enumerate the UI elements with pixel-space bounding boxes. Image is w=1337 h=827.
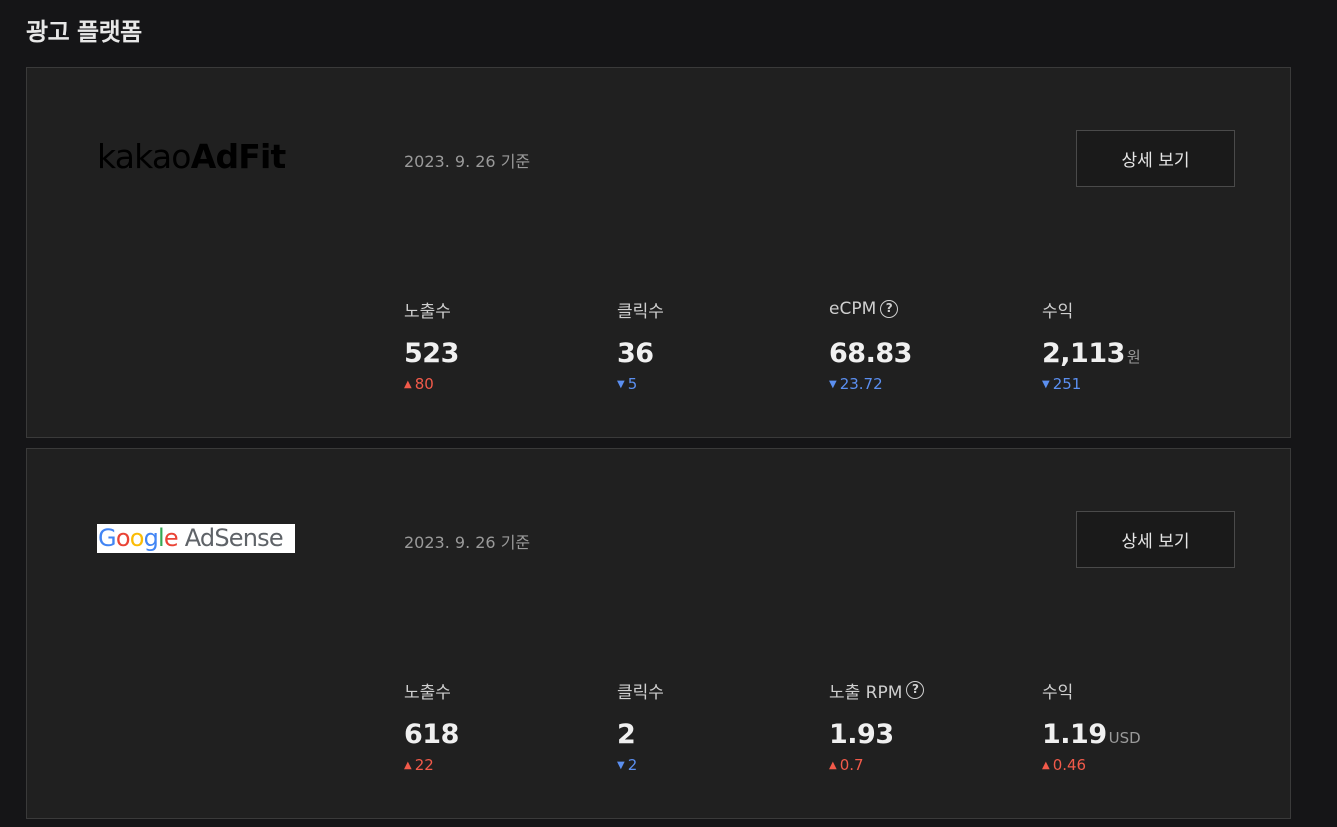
metric-value-number: 2,113 <box>1042 338 1125 369</box>
metric-value-number: 618 <box>404 719 459 750</box>
metric-unit: USD <box>1108 729 1141 747</box>
metric-value-number: 68.83 <box>829 338 912 369</box>
metric-clicks: 클릭수 36 ▼ 5 <box>617 297 664 394</box>
metric-value-number: 523 <box>404 338 459 369</box>
metric-change: ▲ 0.7 <box>829 755 924 775</box>
triangle-down-icon: ▼ <box>617 760 625 771</box>
metric-value: 36 <box>617 338 664 370</box>
metric-change: ▲ 0.46 <box>1042 755 1141 775</box>
help-icon[interactable]: ? <box>880 300 899 318</box>
logo-letter: G <box>98 524 117 552</box>
logo-text-adsense: AdSense <box>177 524 284 552</box>
metric-label: 수익 <box>1042 678 1141 703</box>
metric-label: 노출수 <box>404 678 459 703</box>
metric-label: 수익 <box>1042 297 1141 322</box>
metric-value: 2 <box>617 719 664 751</box>
metric-change: ▼ 5 <box>617 374 664 394</box>
metric-change-value: 2 <box>627 756 638 774</box>
metric-label: 클릭수 <box>617 678 664 703</box>
metric-value: 523 <box>404 338 459 370</box>
metric-change-value: 0.46 <box>1052 756 1087 774</box>
metric-label-text: 수익 <box>1042 682 1074 703</box>
date-label: 2023. 9. 26 기준 <box>404 152 531 171</box>
logo-letter: o <box>129 524 145 552</box>
triangle-down-icon: ▼ <box>617 379 625 390</box>
triangle-up-icon: ▲ <box>1042 760 1050 771</box>
logo-letter: o <box>115 524 131 552</box>
platform-card-google-adsense: Google AdSense 2023. 9. 26 기준 상세 보기 노출수 … <box>26 448 1291 819</box>
metric-value-number: 36 <box>617 338 654 369</box>
platform-card-kakao-adfit: kakaoAdFit 2023. 9. 26 기준 상세 보기 노출수 523 … <box>26 67 1291 438</box>
metric-label: 노출수 <box>404 297 459 322</box>
metric-change-value: 251 <box>1052 375 1082 393</box>
triangle-up-icon: ▲ <box>829 760 837 771</box>
metric-unit: 원 <box>1126 348 1141 366</box>
logo-text-kakao: kakao <box>97 137 192 176</box>
metric-label-text: eCPM <box>829 299 877 319</box>
metric-impressions: 노출수 523 ▲ 80 <box>404 297 459 394</box>
metric-change: ▲ 22 <box>404 755 459 775</box>
metric-label-text: 노출수 <box>404 682 451 703</box>
metric-change-value: 23.72 <box>839 375 883 393</box>
logo-letter: g <box>143 524 159 552</box>
metric-label-text: 노출수 <box>404 301 451 322</box>
metric-value-number: 2 <box>617 719 636 750</box>
metric-label-text: 클릭수 <box>617 682 664 703</box>
date-label: 2023. 9. 26 기준 <box>404 533 531 552</box>
metric-revenue: 수익 2,113 원 ▼ 251 <box>1042 297 1141 394</box>
metric-label-text: 노출 RPM <box>829 682 903 703</box>
logo-text-adfit: AdFit <box>190 137 287 176</box>
triangle-down-icon: ▼ <box>1042 379 1050 390</box>
metric-change-value: 5 <box>627 375 638 393</box>
metric-change: ▼ 23.72 <box>829 374 912 394</box>
metric-value: 1.19 USD <box>1042 719 1141 751</box>
metric-clicks: 클릭수 2 ▼ 2 <box>617 678 664 775</box>
page-title: 광고 플랫폼 <box>26 18 142 46</box>
metric-value: 68.83 <box>829 338 912 370</box>
metric-rpm: 노출 RPM? 1.93 ▲ 0.7 <box>829 678 925 775</box>
triangle-down-icon: ▼ <box>829 379 837 390</box>
metric-value-number: 1.19 <box>1042 719 1107 750</box>
detail-button[interactable]: 상세 보기 <box>1076 130 1235 187</box>
triangle-up-icon: ▲ <box>404 760 412 771</box>
metric-revenue: 수익 1.19 USD ▲ 0.46 <box>1042 678 1141 775</box>
metric-value-number: 1.93 <box>829 719 894 750</box>
metric-label-text: 클릭수 <box>617 301 664 322</box>
metric-label: eCPM? <box>829 297 912 321</box>
logo-letter: e <box>163 524 179 552</box>
metric-value: 1.93 <box>829 719 924 751</box>
metric-change-value: 22 <box>414 756 434 774</box>
metric-label: 클릭수 <box>617 297 664 322</box>
triangle-up-icon: ▲ <box>404 379 412 390</box>
google-adsense-logo: Google AdSense <box>97 524 295 553</box>
metric-label-text: 수익 <box>1042 301 1074 322</box>
metric-label: 노출 RPM? <box>829 678 925 703</box>
metric-impressions: 노출수 618 ▲ 22 <box>404 678 459 775</box>
metric-ecpm: eCPM? 68.83 ▼ 23.72 <box>829 297 912 394</box>
metric-change: ▼ 2 <box>617 755 664 775</box>
metric-change-value: 0.7 <box>839 756 864 774</box>
metric-change-value: 80 <box>414 375 434 393</box>
kakao-adfit-logo: kakaoAdFit <box>97 140 286 173</box>
metric-value: 2,113 원 <box>1042 338 1141 370</box>
metric-change: ▲ 80 <box>404 374 459 394</box>
metric-change: ▼ 251 <box>1042 374 1141 394</box>
detail-button[interactable]: 상세 보기 <box>1076 511 1235 568</box>
help-icon[interactable]: ? <box>906 681 925 699</box>
metric-value: 618 <box>404 719 459 751</box>
